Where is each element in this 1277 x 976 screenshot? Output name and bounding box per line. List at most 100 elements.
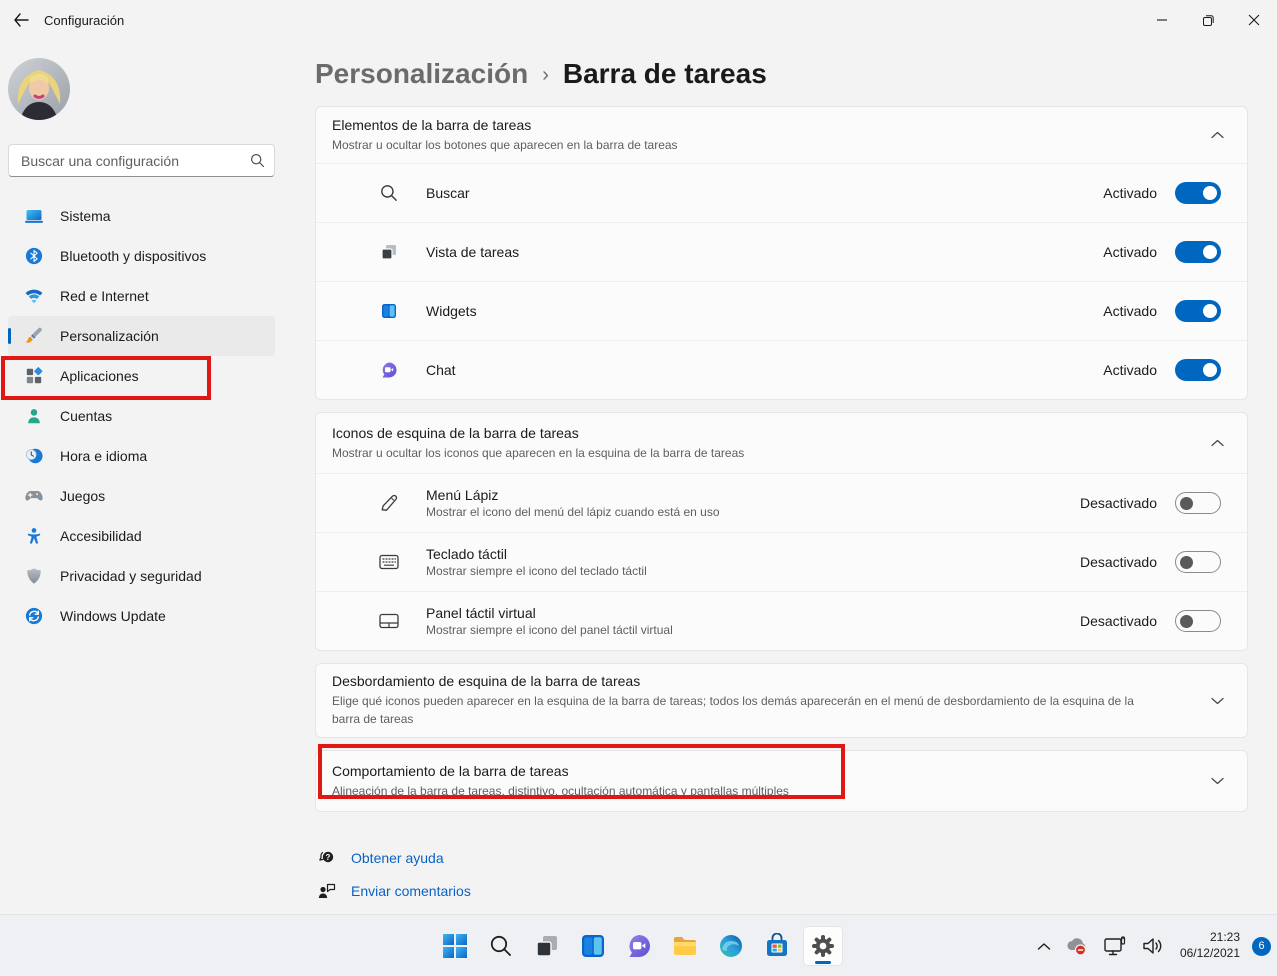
section-header-taskbar-behavior[interactable]: Comportamiento de la barra de tareas Ali… [316, 751, 1247, 811]
get-help-link[interactable]: ? Obtener ayuda [317, 848, 1248, 868]
selected-accent-bar [8, 328, 11, 344]
sidebar-item-label: Juegos [60, 488, 105, 504]
chevron-down-icon[interactable] [1205, 777, 1229, 785]
sidebar-item-label: Sistema [60, 208, 111, 224]
toggle-panel-tactil[interactable] [1175, 610, 1221, 632]
breadcrumb: Personalización › Barra de tareas [315, 58, 767, 90]
toggle-buscar[interactable] [1175, 182, 1221, 204]
get-help-label[interactable]: Obtener ayuda [351, 850, 444, 866]
setting-label: Chat [426, 362, 1103, 378]
setting-description: Mostrar el icono del menú del lápiz cuan… [426, 505, 1080, 519]
app-title: Configuración [44, 13, 124, 28]
help-bubble-icon: ? [317, 848, 337, 868]
toggle-state-label: Activado [1103, 185, 1157, 201]
section-header-taskbar-items[interactable]: Elementos de la barra de tareas Mostrar … [316, 107, 1247, 163]
toggle-menu-lapiz[interactable] [1175, 492, 1221, 514]
chevron-up-icon[interactable] [1205, 439, 1229, 447]
feedback-icon [317, 881, 337, 901]
sidebar-nav: Sistema Bluetooth y dispositivos Red e I… [8, 196, 275, 636]
setting-description: Mostrar siempre el icono del panel tácti… [426, 623, 1080, 637]
section-header-corner-icons[interactable]: Iconos de esquina de la barra de tareas … [316, 413, 1247, 473]
titlebar: Configuración [0, 0, 1277, 40]
setting-label: Panel táctil virtual [426, 605, 1080, 621]
gamepad-icon [24, 486, 44, 506]
sidebar-item-label: Cuentas [60, 408, 112, 424]
pen-icon [378, 492, 400, 514]
toggle-widgets[interactable] [1175, 300, 1221, 322]
taskbar-clock[interactable]: 21:23 06/12/2021 [1174, 930, 1246, 961]
breadcrumb-parent[interactable]: Personalización [315, 58, 528, 90]
user-avatar [8, 58, 70, 120]
start-button[interactable] [435, 926, 475, 966]
search-input[interactable] [9, 153, 244, 169]
widgets-icon [580, 933, 606, 959]
setting-row-menu-lapiz: Menú Lápiz Mostrar el icono del menú del… [316, 473, 1247, 532]
chevron-up-icon[interactable] [1205, 131, 1229, 139]
onedrive-tray-button[interactable] [1060, 926, 1094, 966]
section-subtitle: Mostrar u ocultar los botones que aparec… [332, 136, 1165, 154]
minimize-button[interactable] [1139, 0, 1185, 40]
restore-button[interactable] [1185, 0, 1231, 40]
sidebar-item-sistema[interactable]: Sistema [8, 196, 275, 236]
settings-gear-icon [810, 933, 836, 959]
accessibility-icon [24, 526, 44, 546]
sidebar-item-cuentas[interactable]: Cuentas [8, 396, 275, 436]
close-button[interactable] [1231, 0, 1277, 40]
display-pen-tray-button[interactable] [1098, 926, 1132, 966]
search-icon [378, 182, 400, 204]
settings-search-box[interactable] [8, 144, 275, 177]
sidebar-item-red-internet[interactable]: Red e Internet [8, 276, 275, 316]
onedrive-paused-icon [1065, 936, 1089, 956]
toggle-state-label: Activado [1103, 362, 1157, 378]
section-subtitle: Alineación de la barra de tareas, distin… [332, 782, 1165, 800]
toggle-teclado-tactil[interactable] [1175, 551, 1221, 573]
main-content: Elementos de la barra de tareas Mostrar … [315, 106, 1248, 914]
edge-button[interactable] [711, 926, 751, 966]
chevron-down-icon[interactable] [1205, 697, 1229, 705]
sidebar-item-juegos[interactable]: Juegos [8, 476, 275, 516]
system-tray: 21:23 06/12/2021 6 [1032, 915, 1271, 976]
sidebar-item-bluetooth[interactable]: Bluetooth y dispositivos [8, 236, 275, 276]
volume-tray-button[interactable] [1136, 926, 1170, 966]
sidebar-item-aplicaciones[interactable]: Aplicaciones [8, 356, 275, 396]
section-taskbar-behavior: Comportamiento de la barra de tareas Ali… [315, 750, 1248, 812]
svg-text:?: ? [326, 853, 331, 862]
help-links: ? Obtener ayuda Enviar comentarios [317, 848, 1248, 901]
notification-count-badge[interactable]: 6 [1252, 937, 1271, 956]
sidebar-item-privacidad[interactable]: Privacidad y seguridad [8, 556, 275, 596]
tray-chevron-button[interactable] [1032, 926, 1056, 966]
section-subtitle: Elige qué iconos pueden aparecer en la e… [332, 692, 1165, 728]
store-button[interactable] [757, 926, 797, 966]
toggle-knob [1180, 556, 1193, 569]
toggle-chat[interactable] [1175, 359, 1221, 381]
sidebar-item-windows-update[interactable]: Windows Update [8, 596, 275, 636]
edge-icon [718, 933, 744, 959]
toggle-state-label: Activado [1103, 244, 1157, 260]
back-button[interactable] [4, 5, 38, 35]
toggle-vista-de-tareas[interactable] [1175, 241, 1221, 263]
toggle-knob [1203, 363, 1217, 377]
section-corner-icons: Iconos de esquina de la barra de tareas … [315, 412, 1248, 651]
setting-row-panel-tactil: Panel táctil virtual Mostrar siempre el … [316, 591, 1247, 650]
toggle-knob [1180, 497, 1193, 510]
sidebar-item-hora-idioma[interactable]: Hora e idioma [8, 436, 275, 476]
widgets-button[interactable] [573, 926, 613, 966]
sidebar-item-label: Privacidad y seguridad [60, 568, 202, 584]
sidebar-item-personalizacion[interactable]: Personalización [8, 316, 275, 356]
sidebar-item-accesibilidad[interactable]: Accesibilidad [8, 516, 275, 556]
sidebar-item-label: Bluetooth y dispositivos [60, 248, 206, 264]
setting-row-chat: Chat Activado [316, 340, 1247, 399]
section-header-corner-overflow[interactable]: Desbordamiento de esquina de la barra de… [316, 664, 1247, 737]
section-title: Elementos de la barra de tareas [332, 117, 1165, 133]
file-explorer-button[interactable] [665, 926, 705, 966]
send-feedback-link[interactable]: Enviar comentarios [317, 881, 1248, 901]
send-feedback-label[interactable]: Enviar comentarios [351, 883, 471, 899]
chat-button[interactable] [619, 926, 659, 966]
toggle-knob [1203, 245, 1217, 259]
settings-button[interactable] [803, 926, 843, 966]
sidebar-item-label: Aplicaciones [60, 368, 139, 384]
taskbar-search-button[interactable] [481, 926, 521, 966]
task-view-button[interactable] [527, 926, 567, 966]
taskbar: 21:23 06/12/2021 6 [0, 914, 1277, 976]
setting-label: Buscar [426, 185, 1103, 201]
